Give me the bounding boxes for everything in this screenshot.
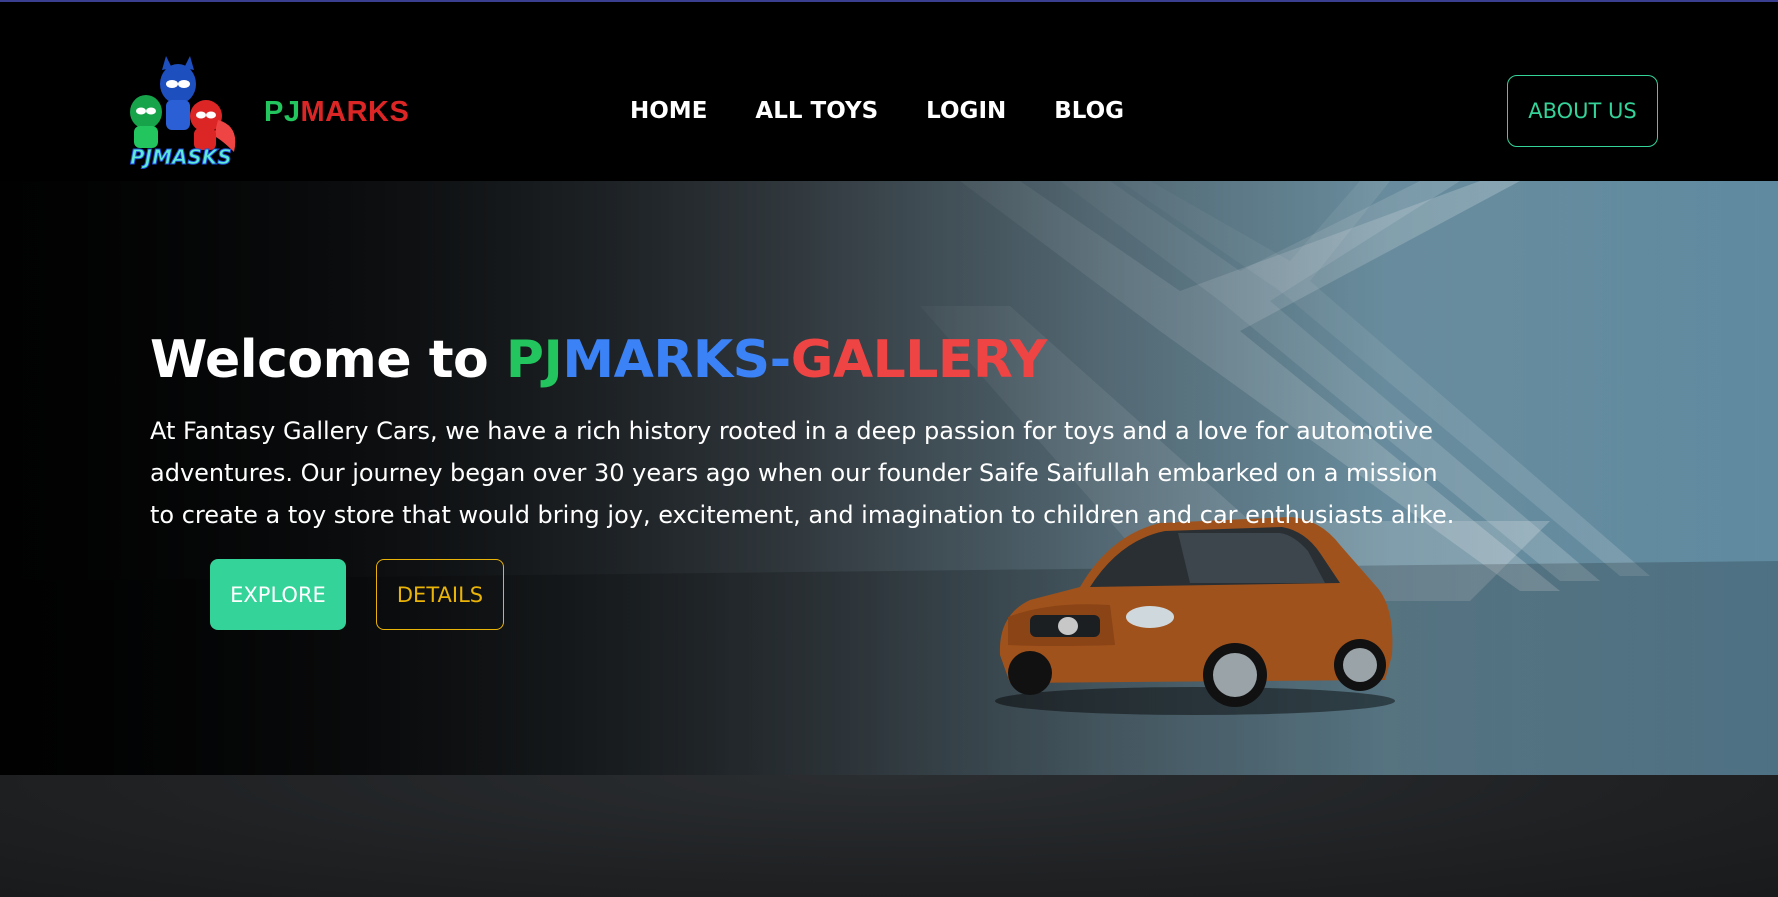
nav-link-blog[interactable]: BLOG <box>1054 98 1124 124</box>
details-button[interactable]: DETAILS <box>376 559 504 630</box>
pj-masks-logo-icon[interactable]: PJMASKS <box>118 56 243 171</box>
asphalt-floor-section <box>0 775 1778 897</box>
brand-prefix: PJ <box>264 96 301 128</box>
hero-title: Welcome to PJMARKS-GALLERY <box>150 330 1047 390</box>
main-nav: HOME ALL TOYS LOGIN BLOG <box>630 98 1124 124</box>
hero-title-prefix: Welcome to <box>150 330 506 390</box>
hero-description: At Fantasy Gallery Cars, we have a rich … <box>150 417 1455 529</box>
about-us-button[interactable]: ABOUT US <box>1507 75 1658 147</box>
brand-suffix: MARKS <box>300 96 410 128</box>
nav-link-login[interactable]: LOGIN <box>926 98 1006 124</box>
hero-banner: Welcome to PJMARKS-GALLERY At Fantasy Ga… <box>0 181 1778 775</box>
svg-text:PJMASKS: PJMASKS <box>130 145 232 169</box>
explore-button[interactable]: EXPLORE <box>210 559 346 630</box>
nav-link-home[interactable]: HOME <box>630 98 707 124</box>
brand-name[interactable]: PJMARKS <box>264 96 409 129</box>
hero-title-marks: MARKS- <box>562 330 791 390</box>
orange-car-image-icon <box>995 517 1395 715</box>
hero-title-gallery: GALLERY <box>790 330 1048 390</box>
hero-title-pj: PJ <box>505 330 563 390</box>
navbar: PJMASKS PJMARKS HOME ALL TOYS LOGIN BLOG… <box>0 2 1778 181</box>
nav-link-all-toys[interactable]: ALL TOYS <box>755 98 878 124</box>
